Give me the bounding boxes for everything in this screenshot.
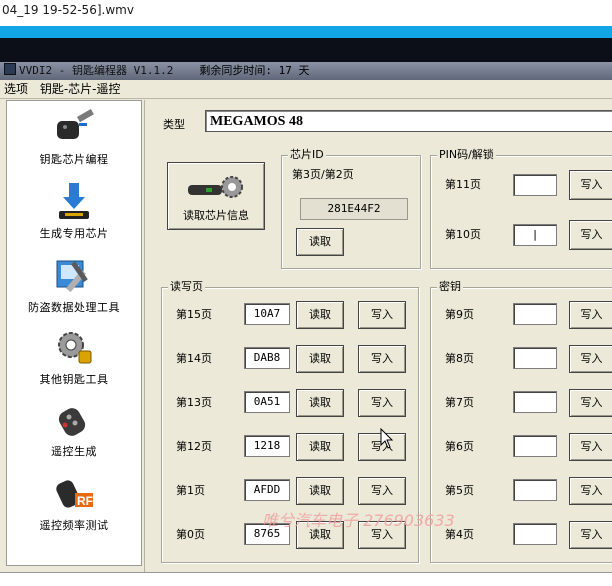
video-toolbar	[0, 26, 612, 38]
rw-page15-read-button[interactable]: 读取	[296, 301, 344, 329]
rw-row-label: 第0页	[176, 528, 205, 541]
pin-page10-write-button[interactable]: 写入	[569, 220, 612, 250]
pin-page11-write-button[interactable]: 写入	[569, 170, 612, 200]
gear-lock-icon	[58, 332, 92, 364]
key-page9-field[interactable]	[513, 303, 557, 325]
rw-row-label: 第1页	[176, 484, 205, 497]
key-chip-icon	[57, 109, 94, 139]
key-page4-field[interactable]	[513, 523, 557, 545]
key-row-label: 第9页	[445, 308, 474, 321]
key-row-label: 第6页	[445, 440, 474, 453]
key-page7-field[interactable]	[513, 391, 557, 413]
rw-page14-read-button[interactable]: 读取	[296, 345, 344, 373]
rw-row-label: 第14页	[176, 352, 212, 365]
key-page4-write-button[interactable]: 写入	[569, 521, 612, 549]
watermark-text: 唯兮汽车电子 276903633	[262, 511, 455, 530]
sidebar-label: 其他钥匙工具	[39, 373, 109, 386]
rw-page1-read-button[interactable]: 读取	[296, 477, 344, 505]
pin-group: PIN码/解锁 第11页 写入 第10页 | 写入	[430, 148, 612, 269]
pin-title: PIN码/解锁	[437, 148, 496, 162]
menu-options[interactable]: 选项	[0, 80, 32, 98]
menu-bar: 选项 钥匙-芯片-遥控	[0, 80, 612, 99]
svg-text:RF: RF	[77, 494, 93, 508]
rw-page12-field[interactable]: 1218	[244, 435, 290, 457]
sidebar-item-remote-generate[interactable]: 遥控生成	[7, 399, 141, 459]
key-group: 密钥 第9页 写入 第8页 写入 第7页 写入 第6页 写入 第5页 写入 第4…	[430, 280, 612, 563]
key-page6-write-button[interactable]: 写入	[569, 433, 612, 461]
sidebar-item-key-chip-programming[interactable]: 钥匙芯片编程	[7, 107, 141, 167]
status-bar	[0, 572, 612, 586]
key-page9-write-button[interactable]: 写入	[569, 301, 612, 329]
app-icon	[4, 63, 16, 75]
pin-row-label: 第10页	[445, 228, 481, 241]
read-chip-info-button[interactable]: 读取芯片信息	[167, 162, 265, 230]
rw-page14-write-button[interactable]: 写入	[358, 345, 406, 373]
sidebar-item-immo-data-tool[interactable]: 防盗数据处理工具	[7, 255, 141, 315]
rf-icon: RF	[56, 480, 93, 508]
key-row-label: 第5页	[445, 484, 474, 497]
app-titlebar: VVDI2 - 钥匙编程器 V1.1.2 剩余同步时间: 17 天	[0, 62, 612, 80]
pin-page11-field[interactable]	[513, 174, 557, 196]
key-page7-write-button[interactable]: 写入	[569, 389, 612, 417]
sidebar-label: 防盗数据处理工具	[28, 301, 120, 314]
mouse-cursor-icon	[380, 428, 394, 449]
sidebar-item-generate-chip[interactable]: 生成专用芯片	[7, 181, 141, 241]
rw-page13-write-button[interactable]: 写入	[358, 389, 406, 417]
type-field[interactable]: MEGAMOS 48	[205, 110, 612, 132]
video-title: 04_19 19-52-56].wmv	[0, 0, 612, 26]
sidebar-item-remote-frequency-test[interactable]: RF 遥控频率测试	[7, 473, 141, 533]
chip-id-value: 281E44F2	[300, 198, 408, 220]
rw-row-label: 第12页	[176, 440, 212, 453]
rw-page15-write-button[interactable]: 写入	[358, 301, 406, 329]
rw-page14-field[interactable]: DAB8	[244, 347, 290, 369]
key-page6-field[interactable]	[513, 435, 557, 457]
type-label: 类型	[163, 118, 185, 131]
rw-page12-read-button[interactable]: 读取	[296, 433, 344, 461]
rw-page13-read-button[interactable]: 读取	[296, 389, 344, 417]
chip-id-page-label: 第3页/第2页	[292, 168, 354, 181]
rw-page1-field[interactable]: AFDD	[244, 479, 290, 501]
remote-icon	[58, 408, 86, 436]
rw-page1-write-button[interactable]: 写入	[358, 477, 406, 505]
pin-page10-field[interactable]: |	[513, 224, 557, 246]
key-title: 密钥	[437, 280, 463, 294]
key-page8-write-button[interactable]: 写入	[569, 345, 612, 373]
sidebar-label: 钥匙芯片编程	[39, 153, 109, 166]
key-page5-write-button[interactable]: 写入	[569, 477, 612, 505]
rw-row-label: 第15页	[176, 308, 212, 321]
key-page8-field[interactable]	[513, 347, 557, 369]
chip-id-title: 芯片ID	[288, 148, 326, 162]
chip-id-read-button[interactable]: 读取	[296, 228, 344, 256]
sidebar: 钥匙芯片编程 生成专用芯片 防盗数据处理工具 其他钥匙工具 遥控生成 RF 遥控…	[6, 100, 142, 566]
sync-time-label: 剩余同步时间: 17 天	[199, 64, 310, 77]
video-frame-border	[0, 38, 612, 62]
key-page5-field[interactable]	[513, 479, 557, 501]
chip-id-group: 芯片ID 第3页/第2页 281E44F2 读取	[281, 148, 421, 269]
sidebar-label: 生成专用芯片	[39, 227, 109, 240]
tools-icon	[56, 260, 88, 293]
main-panel: 类型 MEGAMOS 48 读取芯片信息 芯片ID 第3页/第2页 281E44…	[144, 100, 612, 572]
rw-title: 读写页	[168, 280, 205, 294]
chip-reader-icon	[188, 176, 243, 198]
rw-row-label: 第13页	[176, 396, 212, 409]
key-row-label: 第8页	[445, 352, 474, 365]
read-chip-info-label: 读取芯片信息	[183, 209, 249, 222]
app-title: VVDI2 - 钥匙编程器 V1.1.2	[19, 64, 174, 77]
sidebar-label: 遥控频率测试	[39, 519, 109, 532]
rw-page15-field[interactable]: 10A7	[244, 303, 290, 325]
key-row-label: 第7页	[445, 396, 474, 409]
sidebar-label: 遥控生成	[51, 445, 97, 458]
rw-page13-field[interactable]: 0A51	[244, 391, 290, 413]
menu-key-chip-remote[interactable]: 钥匙-芯片-遥控	[36, 80, 125, 98]
sidebar-item-other-key-tools[interactable]: 其他钥匙工具	[7, 327, 141, 387]
download-chip-icon	[59, 183, 89, 219]
pin-row-label: 第11页	[445, 178, 481, 191]
